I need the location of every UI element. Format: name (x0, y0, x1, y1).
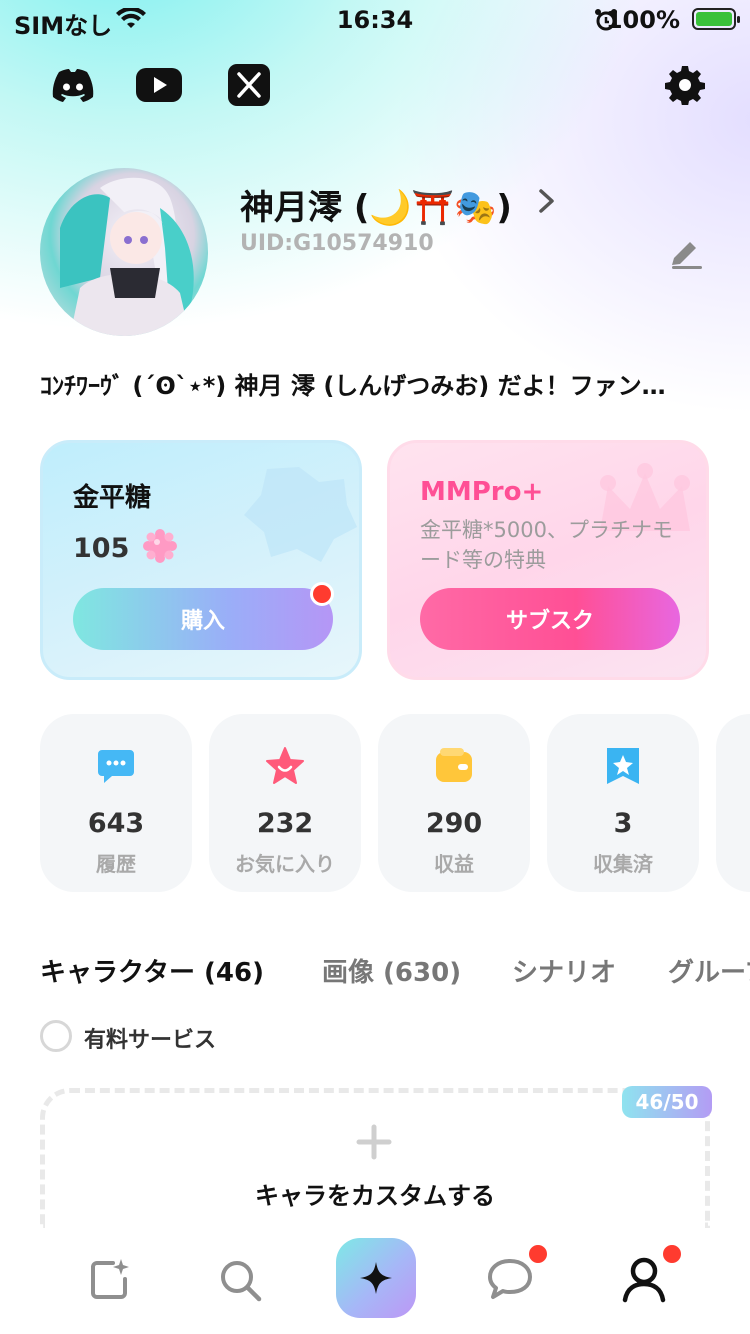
profile-icon (622, 1257, 666, 1303)
stat-favorites[interactable]: 232 お気に入り (209, 714, 361, 892)
stat-value: 290 (425, 808, 483, 839)
stat-overflow[interactable] (716, 714, 750, 892)
tab-scenarios[interactable]: シナリオ (512, 952, 616, 989)
stat-value: 232 (256, 808, 314, 839)
nav-create[interactable] (80, 1250, 140, 1310)
plus-icon (356, 1124, 392, 1160)
chat-notification-dot (526, 1242, 550, 1266)
tab-groups[interactable]: グループ (668, 952, 750, 989)
character-count-badge: 46/50 (622, 1086, 712, 1118)
chat-icon (488, 1259, 532, 1299)
status-bar: SIMなし 16:34 100% (0, 0, 750, 40)
profile-bio[interactable]: ｺﾝﾁﾜｰｳﾞ (´ʘ`⋆*) 神月 澪 (しんげつみお) だよ！ファン… (40, 366, 700, 401)
stat-label: お気に入り (235, 852, 335, 876)
battery-icon (692, 8, 740, 30)
stat-history[interactable]: 643 履歴 (40, 714, 192, 892)
youtube-button[interactable] (136, 62, 182, 108)
paid-service-radio[interactable] (40, 1020, 72, 1052)
user-id: UID:G10574910 (240, 231, 434, 256)
tab-characters[interactable]: キャラクター (46) (40, 952, 264, 989)
currency-card[interactable]: 金平糖 105 購入 (40, 440, 362, 680)
nav-home[interactable] (336, 1238, 416, 1318)
create-character-label[interactable]: キャラをカスタムする (0, 1176, 750, 1211)
subscription-title: MMPro+ (420, 477, 544, 507)
settings-button[interactable] (662, 62, 708, 108)
konpeito-icon (142, 529, 177, 563)
avatar-illustration (60, 177, 194, 336)
wallet-icon (436, 748, 472, 782)
star-face-icon (266, 747, 304, 784)
stat-value: 643 (87, 808, 145, 839)
x-button[interactable] (226, 62, 272, 108)
stat-label: 収集済 (593, 852, 653, 876)
tab-images[interactable]: 画像 (630) (322, 952, 461, 989)
candy-watermark-icon (244, 467, 357, 562)
paid-service-label[interactable]: 有料サービス (84, 1022, 216, 1054)
profile-name[interactable]: 神月澪 (🌙⛩️🎭) (240, 180, 512, 229)
stat-label: 履歴 (96, 852, 136, 876)
edit-profile-icon[interactable] (668, 236, 704, 270)
discord-icon (52, 69, 94, 102)
profile-notification-dot (660, 1242, 684, 1266)
currency-amount: 105 (73, 529, 177, 564)
battery-percent: 100% (605, 6, 680, 34)
sparkle-icon (360, 1262, 392, 1294)
chevron-right-icon[interactable] (538, 188, 556, 214)
stat-value: 3 (613, 808, 633, 839)
stat-label: 収益 (434, 852, 474, 876)
buy-button[interactable]: 購入 (73, 588, 333, 650)
youtube-icon (136, 68, 182, 102)
discord-button[interactable] (50, 62, 96, 108)
nav-search[interactable] (210, 1250, 270, 1310)
stat-collected[interactable]: 3 収集済 (547, 714, 699, 892)
currency-title: 金平糖 (73, 483, 152, 513)
gear-icon (665, 66, 705, 105)
subscription-card[interactable]: MMPro+ 金平糖*5000、プラチナモード等の特典 サブスク (387, 440, 709, 680)
subscription-description: 金平糖*5000、プラチナモード等の特典 (420, 518, 673, 572)
buy-notification-dot (310, 582, 334, 606)
x-icon (228, 64, 270, 106)
bookmark-star-icon (607, 748, 639, 784)
chat-bubble-icon (98, 750, 134, 783)
avatar[interactable] (40, 168, 208, 336)
search-icon (221, 1261, 262, 1302)
create-icon (91, 1259, 129, 1299)
stat-earnings[interactable]: 290 収益 (378, 714, 530, 892)
subscribe-button[interactable]: サブスク (420, 588, 680, 650)
